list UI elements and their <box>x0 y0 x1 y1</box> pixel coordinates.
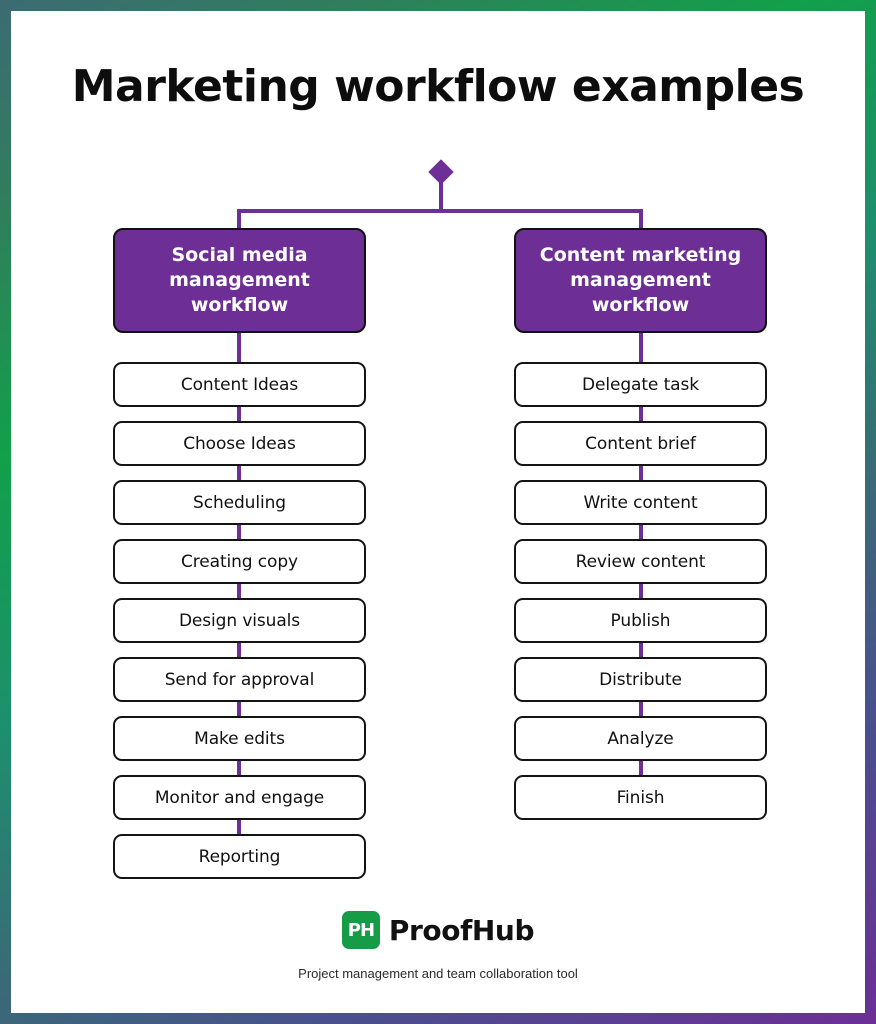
workflow-steps-content-marketing: Delegate task Content brief Write conten… <box>514 362 767 820</box>
step-box[interactable]: Design visuals <box>113 598 366 643</box>
workflow-header-social-media[interactable]: Social media management workflow <box>113 228 366 333</box>
step-box[interactable]: Reporting <box>113 834 366 879</box>
step-box[interactable]: Choose Ideas <box>113 421 366 466</box>
step-box[interactable]: Review content <box>514 539 767 584</box>
step-box[interactable]: Monitor and engage <box>113 775 366 820</box>
brand-footer: PH ProofHub Project management and team … <box>11 911 865 981</box>
gradient-frame: Marketing workflow examples Social media… <box>0 0 876 1024</box>
step-box[interactable]: Delegate task <box>514 362 767 407</box>
workflow-header-content-marketing[interactable]: Content marketing management workflow <box>514 228 767 333</box>
step-box[interactable]: Publish <box>514 598 767 643</box>
step-box[interactable]: Scheduling <box>113 480 366 525</box>
proofhub-logo-icon: PH <box>341 911 380 949</box>
workflow-steps-social-media: Content Ideas Choose Ideas Scheduling Cr… <box>113 362 366 879</box>
step-box[interactable]: Distribute <box>514 657 767 702</box>
page-canvas: Marketing workflow examples Social media… <box>11 11 865 1013</box>
workflow-diagram: Social media management workflow Content… <box>11 11 865 1013</box>
workflow-column-social-media: Social media management workflow Content… <box>113 228 366 879</box>
step-box[interactable]: Creating copy <box>113 539 366 584</box>
step-box[interactable]: Make edits <box>113 716 366 761</box>
step-box[interactable]: Content Ideas <box>113 362 366 407</box>
step-box[interactable]: Content brief <box>514 421 767 466</box>
step-box[interactable]: Finish <box>514 775 767 820</box>
brand-tagline: Project management and team collaboratio… <box>298 966 578 981</box>
brand-lockup: PH ProofHub <box>341 911 535 949</box>
workflow-column-content-marketing: Content marketing management workflow De… <box>514 228 767 820</box>
step-box[interactable]: Write content <box>514 480 767 525</box>
step-box[interactable]: Send for approval <box>113 657 366 702</box>
brand-name: ProofHub <box>388 913 535 947</box>
step-box[interactable]: Analyze <box>514 716 767 761</box>
